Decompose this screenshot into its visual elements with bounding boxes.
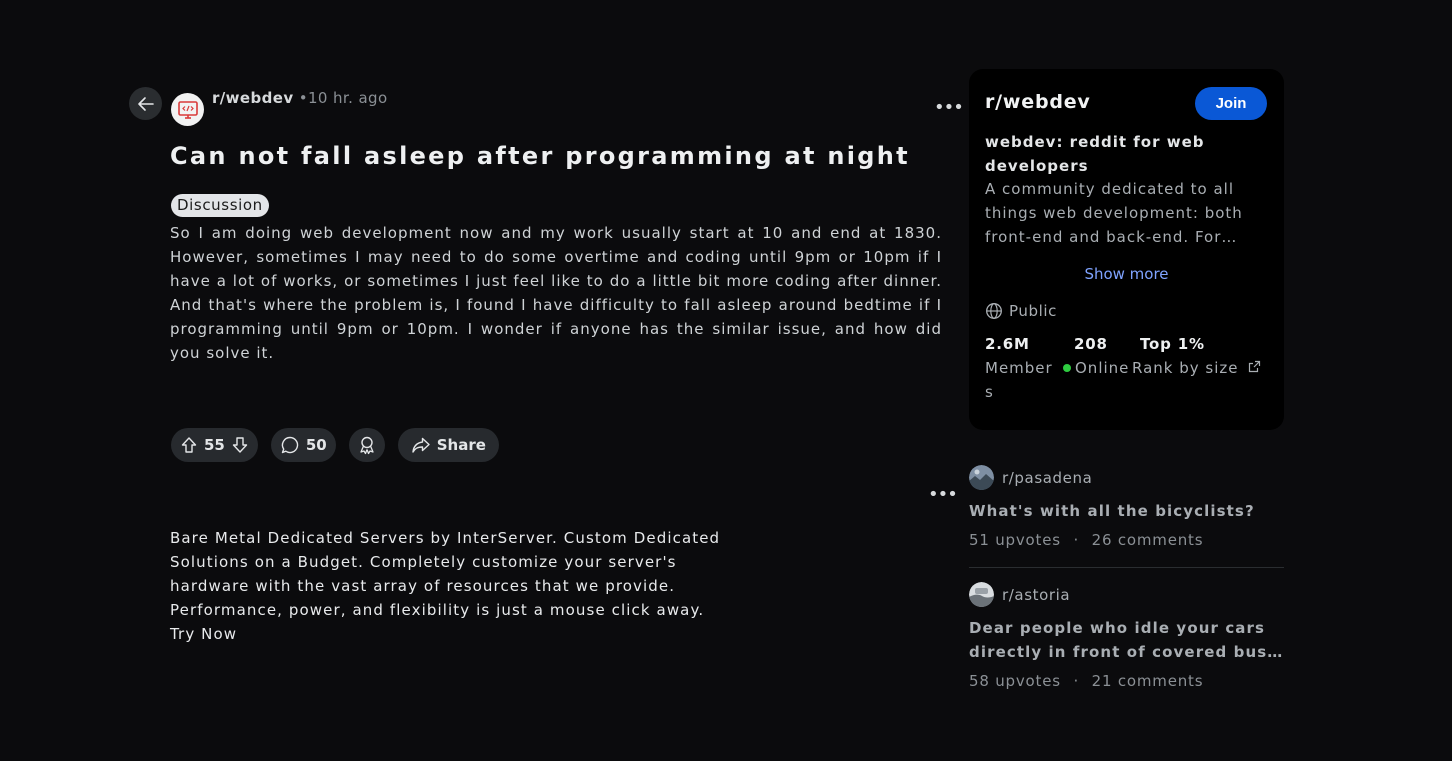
related-subreddit-row: r/pasadena — [969, 465, 1284, 490]
community-name[interactable]: r/webdev — [985, 91, 1091, 113]
related-post-stats: 51 upvotes · 26 comments — [969, 531, 1284, 549]
subreddit-avatar[interactable] — [171, 93, 204, 126]
community-subtitle: webdev: reddit for web developers — [985, 133, 1205, 175]
related-post[interactable]: r/pasadena What's with all the bicyclist… — [969, 465, 1284, 549]
related-post-title[interactable]: What's with all the bicyclists? — [969, 499, 1284, 523]
stats-separator: · — [1073, 531, 1080, 549]
related-divider — [969, 567, 1284, 568]
related-comments: 26 comments — [1091, 531, 1204, 549]
award-button[interactable] — [348, 428, 385, 462]
online-value: 208 — [1074, 335, 1108, 353]
stats-separator: · — [1073, 672, 1080, 690]
arrow-down-icon[interactable] — [231, 436, 249, 454]
comment-bubble-icon — [281, 436, 299, 454]
subreddit-avatar-icon — [969, 582, 994, 607]
related-upvotes: 51 upvotes — [969, 531, 1061, 549]
share-button[interactable]: Share — [397, 428, 499, 462]
share-arrow-icon — [412, 437, 430, 453]
ad-cta-link[interactable]: Try Now — [170, 625, 237, 643]
members-label-wrap: s — [985, 383, 994, 401]
share-label: Share — [436, 436, 486, 454]
community-card: r/webdev Join webdev: reddit for web dev… — [969, 69, 1284, 430]
join-button[interactable]: Join — [1195, 87, 1267, 120]
online-label: Online — [1075, 359, 1130, 377]
ad-more-options-icon[interactable]: ••• — [928, 486, 958, 504]
related-post-stats: 58 upvotes · 21 comments — [969, 672, 1284, 690]
post-meta: r/webdev •10 hr. ago — [212, 89, 388, 107]
ad-text: Bare Metal Dedicated Servers by InterSer… — [170, 529, 721, 619]
online-label-group: Online — [1063, 359, 1129, 377]
related-post[interactable]: r/astoria Dear people who idle your cars… — [969, 582, 1284, 690]
visibility-row: Public — [985, 302, 1057, 320]
code-monitor-icon — [177, 100, 198, 119]
comment-count: 50 — [305, 436, 327, 454]
post-action-bar: 55 50 Share — [171, 428, 499, 462]
rank-label: Rank by size — [1132, 359, 1239, 377]
related-comments: 21 comments — [1091, 672, 1204, 690]
related-post-title[interactable]: Dear people who idle your cars directly … — [969, 616, 1284, 664]
external-link-icon — [1249, 360, 1261, 373]
subreddit-avatar-icon — [969, 465, 994, 490]
globe-icon — [986, 303, 1002, 319]
post-flair[interactable]: Discussion — [171, 194, 269, 217]
post-title: Can not fall asleep after programming at… — [170, 142, 910, 170]
vote-control: 55 — [171, 428, 258, 462]
online-status-dot — [1063, 364, 1071, 372]
post-more-options-icon[interactable]: ••• — [934, 99, 964, 117]
subreddit-link[interactable]: r/webdev — [212, 89, 294, 107]
rank-label-group[interactable]: Rank by size — [1132, 359, 1261, 377]
back-button[interactable] — [129, 87, 162, 120]
post-time: 10 hr. ago — [307, 89, 388, 107]
award-ribbon-icon — [360, 436, 374, 455]
arrow-left-icon — [137, 96, 154, 111]
community-description: A community dedicated to all things web … — [985, 180, 1243, 246]
related-subreddit-row: r/astoria — [969, 582, 1284, 607]
rank-value: Top 1% — [1140, 335, 1205, 353]
related-subreddit-name[interactable]: r/astoria — [1002, 586, 1070, 604]
related-subreddit-name[interactable]: r/pasadena — [1002, 469, 1092, 487]
show-more-button[interactable]: Show more — [969, 265, 1284, 283]
vote-count: 55 — [204, 436, 225, 454]
comments-button[interactable]: 50 — [270, 428, 336, 462]
members-value: 2.6M — [985, 335, 1030, 353]
members-label: Member — [985, 359, 1053, 377]
visibility-label: Public — [1009, 302, 1057, 320]
meta-separator: • — [298, 89, 308, 107]
related-upvotes: 58 upvotes — [969, 672, 1061, 690]
post-body: So I am doing web development now and my… — [170, 224, 942, 362]
ad-block[interactable]: Bare Metal Dedicated Servers by InterSer… — [170, 526, 730, 646]
arrow-up-icon[interactable] — [180, 436, 198, 454]
